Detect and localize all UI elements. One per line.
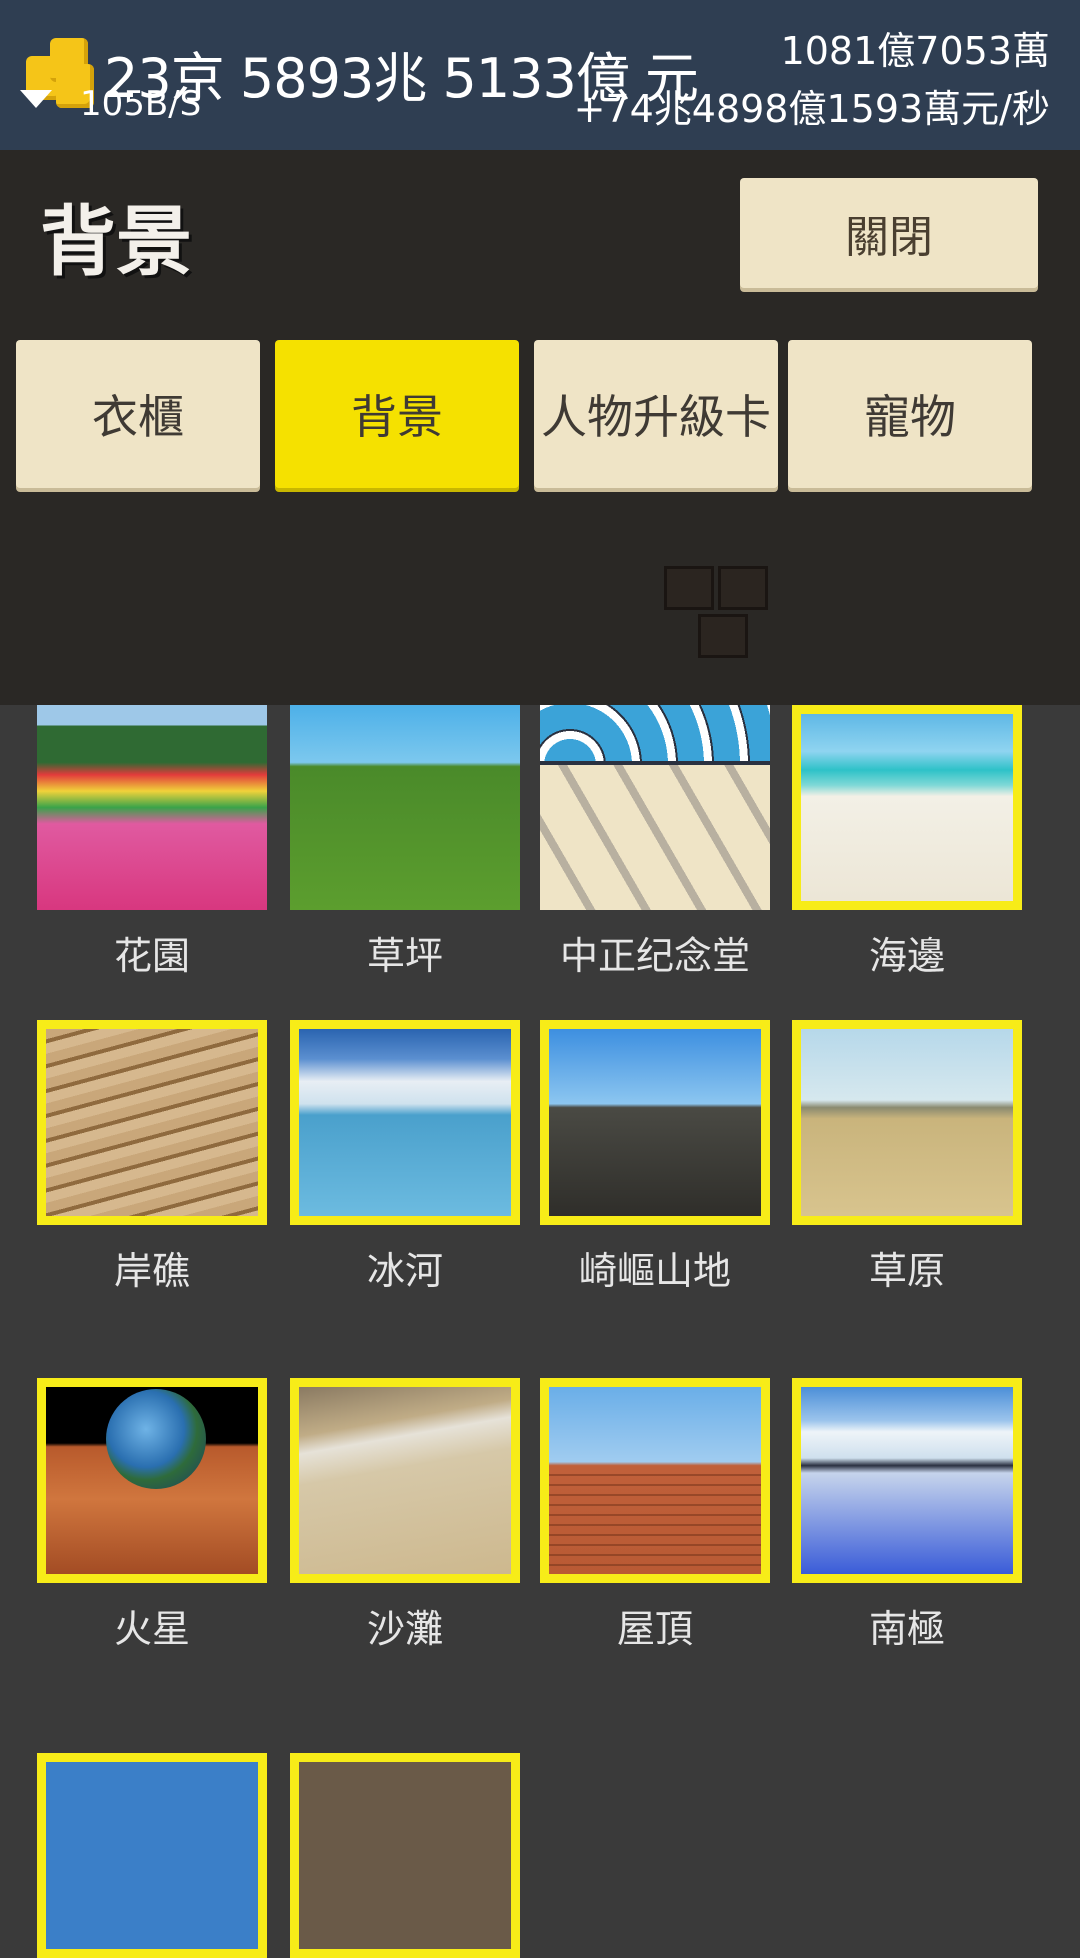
- network-speed: 105B/S: [80, 84, 202, 124]
- seaside-image: [792, 705, 1022, 910]
- tab-upgrade-card[interactable]: 人物升級卡: [534, 340, 778, 488]
- reef-image: [37, 1020, 267, 1225]
- wifi-icon: [20, 90, 52, 108]
- tab-wardrobe[interactable]: 衣櫃: [16, 340, 260, 488]
- tile-label: 崎嶇山地: [578, 1249, 731, 1293]
- tile-label: 草原: [868, 1249, 945, 1293]
- partial-image: [37, 1753, 267, 1958]
- garden-image: [37, 705, 267, 910]
- mars-image: [37, 1378, 267, 1583]
- rugged-mountain-image: [540, 1020, 770, 1225]
- antarctica-image: [792, 1378, 1022, 1583]
- tile-label: 火星: [113, 1607, 190, 1651]
- lawn-image: [290, 705, 520, 910]
- tile-label: 沙灘: [366, 1607, 443, 1651]
- partial-image: [290, 1753, 520, 1958]
- glacier-image: [290, 1020, 520, 1225]
- close-button[interactable]: 關閉: [740, 178, 1038, 288]
- secondary-money: 1081億7053萬: [780, 29, 1050, 73]
- tile-label: 中正纪念堂: [559, 934, 750, 978]
- income-rate: +74兆4898億1593萬元/秒: [573, 87, 1050, 131]
- tile-label: 屋頂: [616, 1607, 693, 1651]
- tile-label: 海邊: [868, 934, 945, 978]
- decorative-block-icon: [664, 566, 774, 662]
- tile-label: 南極: [868, 1607, 945, 1651]
- tab-background[interactable]: 背景: [275, 340, 519, 488]
- page-title: 背景: [40, 197, 192, 286]
- rooftop-image: [540, 1378, 770, 1583]
- tile-label: 花園: [113, 934, 190, 978]
- tab-pet[interactable]: 寵物: [788, 340, 1032, 488]
- tile-label: 冰河: [366, 1249, 443, 1293]
- memorial-hall-image: [540, 705, 770, 910]
- status-bar: 23京 5893兆 5133億 元 105B/S 1081億7053萬 +74兆…: [0, 0, 1080, 150]
- tile-label: 岸礁: [113, 1249, 190, 1293]
- sand-beach-image: [290, 1378, 520, 1583]
- prairie-image: [792, 1020, 1022, 1225]
- earth-icon: [106, 1389, 206, 1489]
- tile-label: 草坪: [366, 934, 443, 978]
